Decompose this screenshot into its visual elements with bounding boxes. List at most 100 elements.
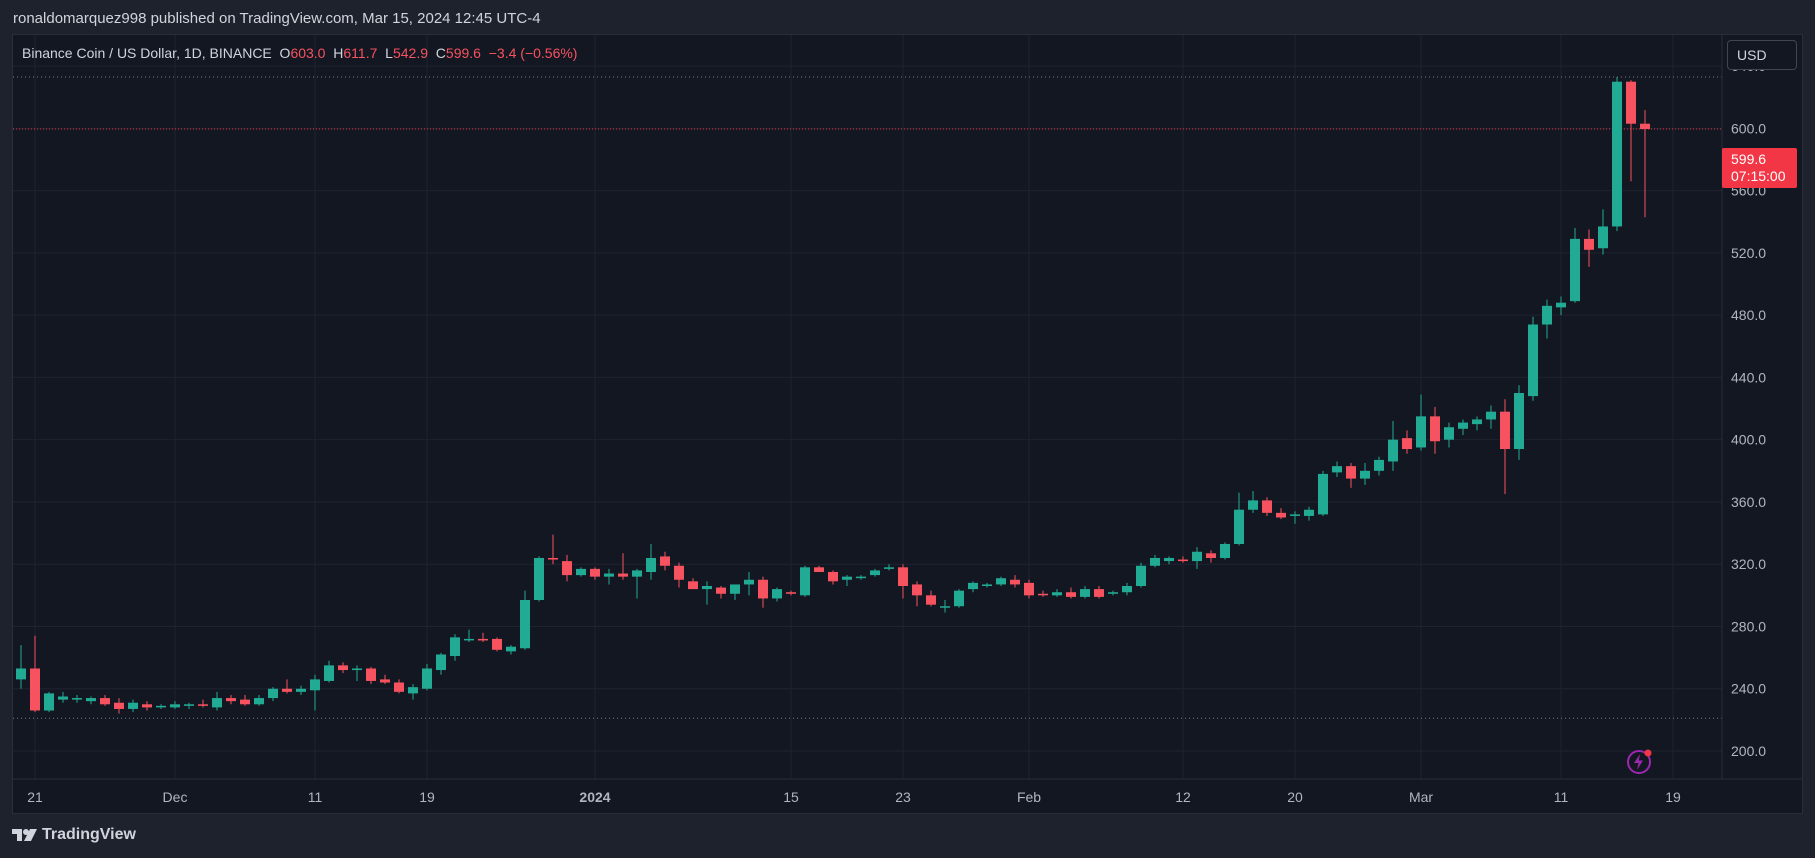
candle[interactable] xyxy=(786,591,796,596)
candle[interactable] xyxy=(352,665,362,681)
candle[interactable] xyxy=(1416,395,1426,451)
candle[interactable] xyxy=(1220,542,1230,559)
candle[interactable] xyxy=(688,578,698,589)
candle[interactable] xyxy=(1612,77,1622,231)
candle[interactable] xyxy=(1262,497,1272,516)
candle[interactable] xyxy=(1360,463,1370,485)
candle[interactable] xyxy=(660,552,670,571)
candle[interactable] xyxy=(1276,508,1286,519)
candle[interactable] xyxy=(338,662,348,673)
candle[interactable] xyxy=(828,570,838,584)
candle[interactable] xyxy=(912,581,922,606)
candle[interactable] xyxy=(1248,491,1258,513)
candle[interactable] xyxy=(422,664,432,690)
candle[interactable] xyxy=(268,687,278,701)
candle[interactable] xyxy=(772,588,782,602)
candle[interactable] xyxy=(814,566,824,572)
candle[interactable] xyxy=(1178,556,1188,562)
candle[interactable] xyxy=(436,653,446,675)
candle[interactable] xyxy=(1290,511,1300,523)
candle[interactable] xyxy=(254,695,264,706)
candle[interactable] xyxy=(212,692,222,711)
candle[interactable] xyxy=(954,589,964,608)
candle[interactable] xyxy=(198,700,208,708)
candle[interactable] xyxy=(1094,586,1104,598)
candle[interactable] xyxy=(534,556,544,601)
candle[interactable] xyxy=(114,698,124,714)
candle[interactable] xyxy=(310,675,320,711)
candle[interactable] xyxy=(646,544,656,580)
alert-bolt-icon[interactable] xyxy=(1625,748,1653,776)
candle[interactable] xyxy=(1514,385,1524,460)
candle[interactable] xyxy=(1304,507,1314,521)
candle[interactable] xyxy=(1500,399,1510,494)
candle[interactable] xyxy=(1066,588,1076,599)
candle[interactable] xyxy=(968,581,978,592)
candle[interactable] xyxy=(240,695,250,706)
candle[interactable] xyxy=(1192,547,1202,569)
candle[interactable] xyxy=(450,634,460,660)
candle[interactable] xyxy=(128,700,138,712)
candle[interactable] xyxy=(618,553,628,579)
candle[interactable] xyxy=(842,575,852,586)
candle[interactable] xyxy=(226,695,236,704)
candle[interactable] xyxy=(562,555,572,581)
candle[interactable] xyxy=(1402,430,1412,453)
candle[interactable] xyxy=(1430,407,1440,454)
candle[interactable] xyxy=(632,569,642,599)
candle[interactable] xyxy=(730,584,740,600)
candle[interactable] xyxy=(282,679,292,693)
candle[interactable] xyxy=(1570,228,1580,303)
candle[interactable] xyxy=(492,637,502,651)
candle[interactable] xyxy=(520,591,530,650)
candle[interactable] xyxy=(702,581,712,604)
candle[interactable] xyxy=(996,577,1006,586)
candle[interactable] xyxy=(1374,457,1384,476)
candle[interactable] xyxy=(1164,556,1174,564)
candle[interactable] xyxy=(1136,563,1146,588)
candle[interactable] xyxy=(100,695,110,706)
candle[interactable] xyxy=(324,661,334,683)
candle[interactable] xyxy=(1052,589,1062,597)
currency-button[interactable]: USD xyxy=(1727,40,1797,70)
candle[interactable] xyxy=(674,563,684,588)
candle[interactable] xyxy=(142,701,152,710)
candle[interactable] xyxy=(604,569,614,585)
candle[interactable] xyxy=(1626,80,1636,181)
candle[interactable] xyxy=(1108,591,1118,596)
candle[interactable] xyxy=(1640,110,1650,217)
candle[interactable] xyxy=(576,567,586,576)
candle[interactable] xyxy=(1318,471,1328,516)
candle[interactable] xyxy=(1010,575,1020,587)
candle[interactable] xyxy=(926,591,936,607)
candle[interactable] xyxy=(1024,580,1034,599)
candle[interactable] xyxy=(1556,296,1566,315)
candle[interactable] xyxy=(408,684,418,700)
candle[interactable] xyxy=(744,572,754,595)
candle[interactable] xyxy=(590,567,600,579)
candle[interactable] xyxy=(1038,591,1048,597)
candle[interactable] xyxy=(1122,583,1132,595)
candle[interactable] xyxy=(1528,317,1538,401)
candle[interactable] xyxy=(1346,463,1356,488)
candle[interactable] xyxy=(44,692,54,712)
candle[interactable] xyxy=(898,564,908,598)
candle[interactable] xyxy=(1206,550,1216,562)
candle[interactable] xyxy=(1458,419,1468,435)
candle[interactable] xyxy=(856,575,866,580)
candle[interactable] xyxy=(548,535,558,565)
candle[interactable] xyxy=(758,577,768,608)
candle[interactable] xyxy=(478,633,488,642)
candle[interactable] xyxy=(394,679,404,693)
candle[interactable] xyxy=(1472,416,1482,430)
candle[interactable] xyxy=(170,701,180,709)
candle[interactable] xyxy=(58,692,68,703)
candle[interactable] xyxy=(1598,209,1608,254)
candle[interactable] xyxy=(30,636,40,712)
candle[interactable] xyxy=(72,695,82,703)
candle[interactable] xyxy=(156,704,166,709)
candle[interactable] xyxy=(1444,423,1454,448)
candle[interactable] xyxy=(1542,300,1552,339)
candle[interactable] xyxy=(940,600,950,612)
candle[interactable] xyxy=(1486,405,1496,428)
